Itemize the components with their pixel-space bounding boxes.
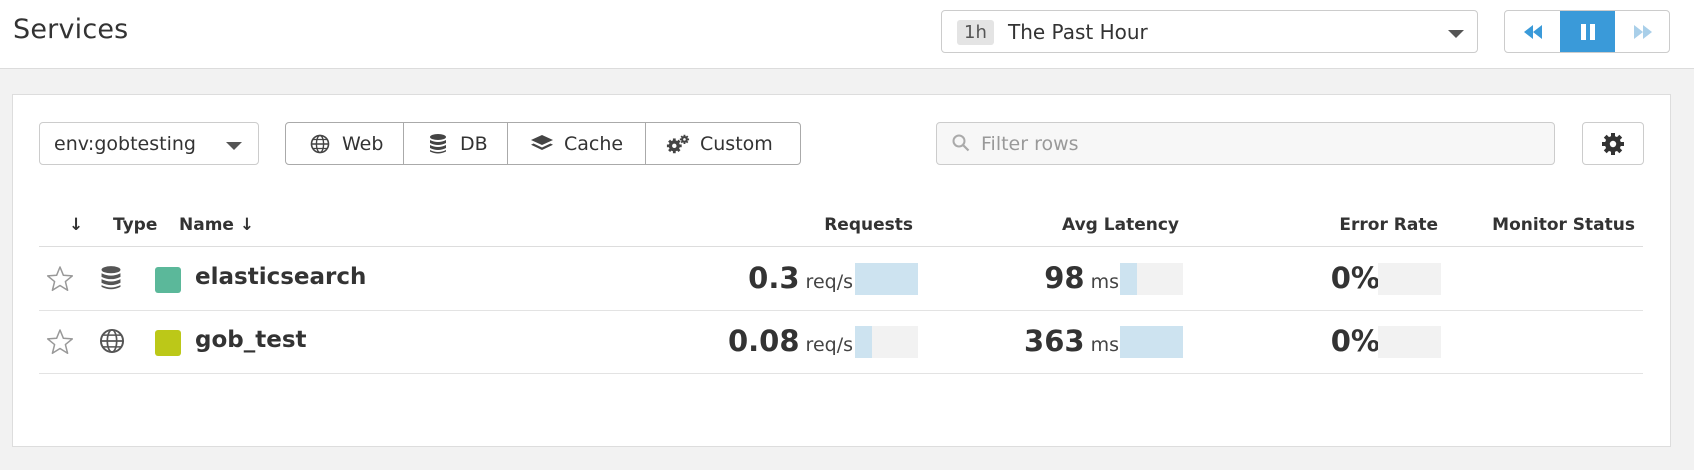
playback-controls bbox=[1504, 10, 1670, 53]
filter-rows-input[interactable] bbox=[981, 124, 1541, 163]
latency-bar bbox=[1120, 326, 1183, 358]
filter-cache-label: Cache bbox=[564, 132, 624, 155]
latency-bar-fill bbox=[1120, 326, 1183, 358]
table-header: ↓ Type Name ↓ Requests Avg Latency Error… bbox=[39, 209, 1643, 247]
fast-forward-button[interactable] bbox=[1615, 11, 1669, 52]
filter-web-button[interactable]: Web bbox=[286, 123, 404, 164]
pause-icon bbox=[1580, 23, 1595, 40]
filter-rows-field bbox=[936, 122, 1555, 165]
requests-number: 0.08 bbox=[727, 324, 800, 358]
filter-custom-button[interactable]: Custom bbox=[646, 123, 800, 164]
latency-bar-fill bbox=[1120, 263, 1137, 295]
latency-number: 98 bbox=[1044, 261, 1085, 295]
column-header-requests[interactable]: Requests bbox=[824, 215, 913, 235]
filter-db-button[interactable]: DB bbox=[404, 123, 508, 164]
pause-button[interactable] bbox=[1560, 11, 1615, 52]
database-icon bbox=[426, 132, 450, 156]
filter-cache-button[interactable]: Cache bbox=[508, 123, 646, 164]
filter-custom-label: Custom bbox=[700, 132, 773, 155]
requests-value: 0.3 req/s bbox=[748, 261, 853, 295]
service-color-swatch bbox=[155, 330, 181, 356]
page-header: Services 1h The Past Hour bbox=[0, 0, 1694, 69]
filter-web-label: Web bbox=[342, 132, 384, 155]
error-rate-number: 0% bbox=[1330, 261, 1380, 295]
requests-unit: req/s bbox=[805, 334, 853, 356]
globe-icon bbox=[99, 328, 125, 358]
chevron-down-icon bbox=[226, 142, 242, 150]
error-rate-number: 0% bbox=[1330, 324, 1380, 358]
star-icon[interactable] bbox=[46, 328, 74, 360]
time-range-label: The Past Hour bbox=[1008, 20, 1148, 44]
service-name-link[interactable]: elasticsearch bbox=[195, 264, 366, 290]
column-header-name[interactable]: Name ↓ bbox=[179, 215, 254, 235]
star-icon[interactable] bbox=[46, 265, 74, 297]
column-header-type[interactable]: Type bbox=[113, 215, 157, 235]
requests-bar-fill bbox=[855, 326, 872, 358]
services-panel: env:gobtesting Web DB Cache Custom Filte… bbox=[12, 94, 1671, 447]
service-type-filter: Web DB Cache Custom bbox=[285, 122, 801, 165]
filter-db-label: DB bbox=[460, 132, 488, 155]
latency-value: 98 ms bbox=[1044, 261, 1119, 295]
env-filter-label: env:gobtesting bbox=[54, 133, 196, 155]
layers-icon bbox=[530, 132, 554, 156]
latency-unit: ms bbox=[1090, 271, 1119, 293]
table-row[interactable]: elasticsearch 0.3 req/s 98 ms 0% bbox=[39, 248, 1643, 311]
requests-value: 0.08 req/s bbox=[728, 324, 853, 358]
latency-unit: ms bbox=[1090, 334, 1119, 356]
sort-toggle[interactable]: ↓ bbox=[69, 215, 83, 235]
requests-bar bbox=[855, 326, 918, 358]
column-header-error-rate[interactable]: Error Rate bbox=[1339, 215, 1438, 235]
latency-number: 363 bbox=[1024, 324, 1085, 358]
service-name-link[interactable]: gob_test bbox=[195, 327, 307, 353]
error-rate-bar bbox=[1378, 263, 1441, 295]
time-range-badge: 1h bbox=[957, 20, 994, 45]
chevron-down-icon bbox=[1448, 30, 1464, 38]
database-icon bbox=[99, 265, 123, 295]
latency-bar bbox=[1120, 263, 1183, 295]
globe-icon bbox=[308, 132, 332, 156]
requests-bar-fill bbox=[855, 263, 918, 295]
gear-icon bbox=[1602, 132, 1624, 155]
time-range-select[interactable]: 1h The Past Hour bbox=[941, 10, 1478, 53]
search-icon bbox=[952, 134, 970, 156]
rewind-button[interactable] bbox=[1505, 11, 1560, 52]
table-row[interactable]: gob_test 0.08 req/s 363 ms 0% bbox=[39, 311, 1643, 374]
env-filter-select[interactable]: env:gobtesting bbox=[39, 122, 259, 165]
page-title: Services bbox=[13, 14, 129, 45]
requests-bar bbox=[855, 263, 918, 295]
error-rate-bar bbox=[1378, 326, 1441, 358]
error-rate-value: 0% bbox=[1331, 324, 1380, 358]
latency-value: 363 ms bbox=[1024, 324, 1119, 358]
column-header-monitor-status[interactable]: Monitor Status bbox=[1492, 215, 1635, 235]
fast-forward-icon bbox=[1633, 24, 1652, 39]
error-rate-value: 0% bbox=[1331, 261, 1380, 295]
column-header-avg-latency[interactable]: Avg Latency bbox=[1062, 215, 1179, 235]
gears-icon bbox=[666, 132, 690, 156]
requests-number: 0.3 bbox=[748, 261, 800, 295]
rewind-icon bbox=[1523, 24, 1542, 39]
service-color-swatch bbox=[155, 267, 181, 293]
settings-button[interactable] bbox=[1582, 122, 1644, 165]
requests-unit: req/s bbox=[805, 271, 853, 293]
